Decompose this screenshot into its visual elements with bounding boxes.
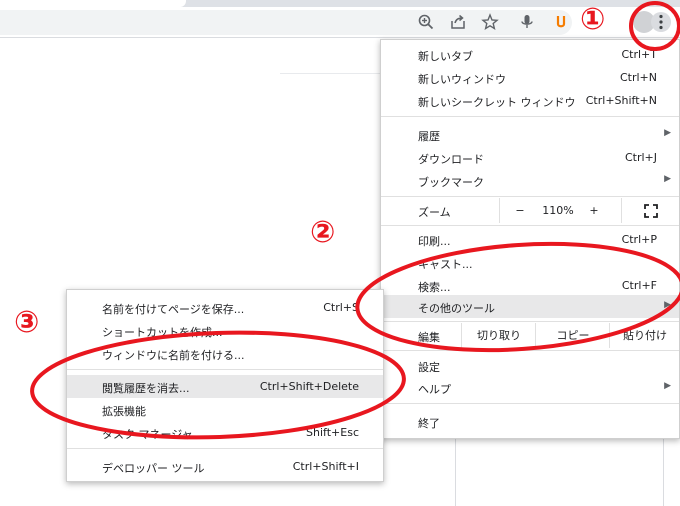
submenu-item-name-window[interactable]: ウィンドウに名前を付ける... xyxy=(67,342,383,365)
annotation-step-3: ③ xyxy=(14,305,40,340)
submenu-item-clear-browsing-data[interactable]: 閲覧履歴を消去... Ctrl+Shift+Delete xyxy=(67,375,383,398)
menu-item-label: タスク マネージャ xyxy=(102,428,193,441)
menu-item-settings[interactable]: 設定 xyxy=(381,354,679,377)
bookmark-star-icon[interactable] xyxy=(481,13,499,31)
menu-item-shortcut: Ctrl+J xyxy=(624,151,657,164)
menu-item-label: ダウンロード xyxy=(418,153,484,166)
menu-item-new-window[interactable]: 新しいウィンドウ Ctrl+N xyxy=(381,66,679,89)
menu-item-label: 新しいウィンドウ xyxy=(418,73,506,86)
menu-separator xyxy=(381,321,679,322)
menu-item-find[interactable]: 検索... Ctrl+F xyxy=(381,274,679,297)
menu-item-print[interactable]: 印刷... Ctrl+P xyxy=(381,228,679,251)
edit-row: 編集 切り取り コピー 貼り付け xyxy=(381,323,679,348)
menu-item-history[interactable]: 履歴 ▶ xyxy=(381,123,679,146)
zoom-label: ズーム xyxy=(418,206,451,219)
more-tools-submenu: 名前を付けてページを保存... Ctrl+S ショートカットを作成... ウィン… xyxy=(66,289,384,482)
menu-item-more-tools[interactable]: その他のツール ▶ xyxy=(381,295,679,318)
menu-item-shortcut: Ctrl+Shift+I xyxy=(292,460,359,473)
submenu-item-task-manager[interactable]: タスク マネージャ Shift+Esc xyxy=(67,421,383,444)
menu-item-shortcut: Ctrl+F xyxy=(621,279,657,292)
menu-item-label: ブックマーク xyxy=(418,176,484,189)
menu-item-label: デベロッパー ツール xyxy=(102,462,205,475)
menu-separator xyxy=(381,116,679,117)
chevron-right-icon: ▶ xyxy=(664,381,671,391)
menu-item-new-tab[interactable]: 新しいタブ Ctrl+T xyxy=(381,43,679,66)
menu-item-label: 履歴 xyxy=(418,130,440,143)
submenu-item-extensions[interactable]: 拡張機能 xyxy=(67,398,383,421)
edit-label: 編集 xyxy=(418,331,440,344)
chrome-main-menu: 新しいタブ Ctrl+T 新しいウィンドウ Ctrl+N 新しいシークレット ウ… xyxy=(380,39,680,439)
mic-icon[interactable] xyxy=(518,13,536,31)
copy-button[interactable]: コピー xyxy=(535,323,610,348)
menu-item-cast[interactable]: キャスト... xyxy=(381,251,679,274)
menu-item-new-incognito-window[interactable]: 新しいシークレット ウィンドウ Ctrl+Shift+N xyxy=(381,89,679,112)
tab-strip xyxy=(0,0,680,7)
menu-item-exit[interactable]: 終了 xyxy=(381,410,679,433)
menu-item-label: キャスト... xyxy=(418,258,473,271)
share-icon[interactable] xyxy=(449,13,467,31)
extension-icon[interactable] xyxy=(552,13,570,31)
chevron-right-icon: ▶ xyxy=(664,300,671,310)
menu-item-label: 名前を付けてページを保存... xyxy=(102,303,245,316)
fullscreen-icon xyxy=(644,204,658,218)
cut-button[interactable]: 切り取り xyxy=(461,323,536,348)
menu-item-shortcut: Ctrl+Shift+Delete xyxy=(259,380,359,393)
zoom-level: 110% xyxy=(542,204,574,217)
browser-toolbar xyxy=(0,7,680,38)
menu-separator xyxy=(381,196,679,197)
paste-button[interactable]: 貼り付け xyxy=(609,323,680,348)
annotation-step-2: ② xyxy=(310,215,336,250)
zoom-icon[interactable] xyxy=(417,13,435,31)
zoom-out-button[interactable]: − xyxy=(499,198,540,223)
chevron-right-icon: ▶ xyxy=(664,174,671,184)
submenu-item-developer-tools[interactable]: デベロッパー ツール Ctrl+Shift+I xyxy=(67,455,383,478)
menu-item-label: 終了 xyxy=(418,417,440,430)
submenu-item-create-shortcut[interactable]: ショートカットを作成... xyxy=(67,319,383,342)
menu-item-label: その他のツール xyxy=(418,302,495,315)
menu-item-label: 閲覧履歴を消去... xyxy=(102,382,190,395)
zoom-row: ズーム − 110% + xyxy=(381,198,679,223)
menu-separator xyxy=(381,403,679,404)
menu-item-shortcut: Shift+Esc xyxy=(306,426,359,439)
menu-item-label: 新しいタブ xyxy=(418,50,473,63)
menu-item-shortcut: Ctrl+Shift+N xyxy=(585,94,657,107)
menu-item-downloads[interactable]: ダウンロード Ctrl+J xyxy=(381,146,679,169)
menu-item-label: 新しいシークレット ウィンドウ xyxy=(418,96,576,109)
menu-item-shortcut: Ctrl+S xyxy=(323,301,359,314)
menu-item-label: ヘルプ xyxy=(418,383,451,396)
menu-item-label: ウィンドウに名前を付ける... xyxy=(102,349,245,362)
submenu-item-save-page[interactable]: 名前を付けてページを保存... Ctrl+S xyxy=(67,296,383,319)
page-border xyxy=(455,433,456,506)
chevron-right-icon: ▶ xyxy=(664,128,671,138)
annotation-step-1: ① xyxy=(580,2,606,37)
menu-item-label: 検索... xyxy=(418,281,451,294)
zoom-in-button[interactable]: + xyxy=(577,198,611,223)
page-border xyxy=(663,433,664,506)
menu-separator xyxy=(67,369,383,370)
menu-item-label: 拡張機能 xyxy=(102,405,146,418)
menu-item-label: 印刷... xyxy=(418,235,451,248)
menu-separator xyxy=(381,225,679,226)
menu-item-shortcut: Ctrl+N xyxy=(619,71,657,84)
menu-separator xyxy=(67,448,383,449)
menu-item-shortcut: Ctrl+T xyxy=(621,48,657,61)
menu-separator xyxy=(381,350,679,351)
menu-item-help[interactable]: ヘルプ ▶ xyxy=(381,376,679,399)
menu-item-label: 設定 xyxy=(418,361,440,374)
menu-item-label: ショートカットを作成... xyxy=(102,326,223,339)
active-tab[interactable] xyxy=(0,0,186,7)
menu-item-shortcut: Ctrl+P xyxy=(621,233,657,246)
menu-kebab-icon[interactable] xyxy=(650,11,672,33)
page-divider xyxy=(280,73,380,74)
fullscreen-button[interactable] xyxy=(621,198,680,223)
menu-item-bookmarks[interactable]: ブックマーク ▶ xyxy=(381,169,679,192)
